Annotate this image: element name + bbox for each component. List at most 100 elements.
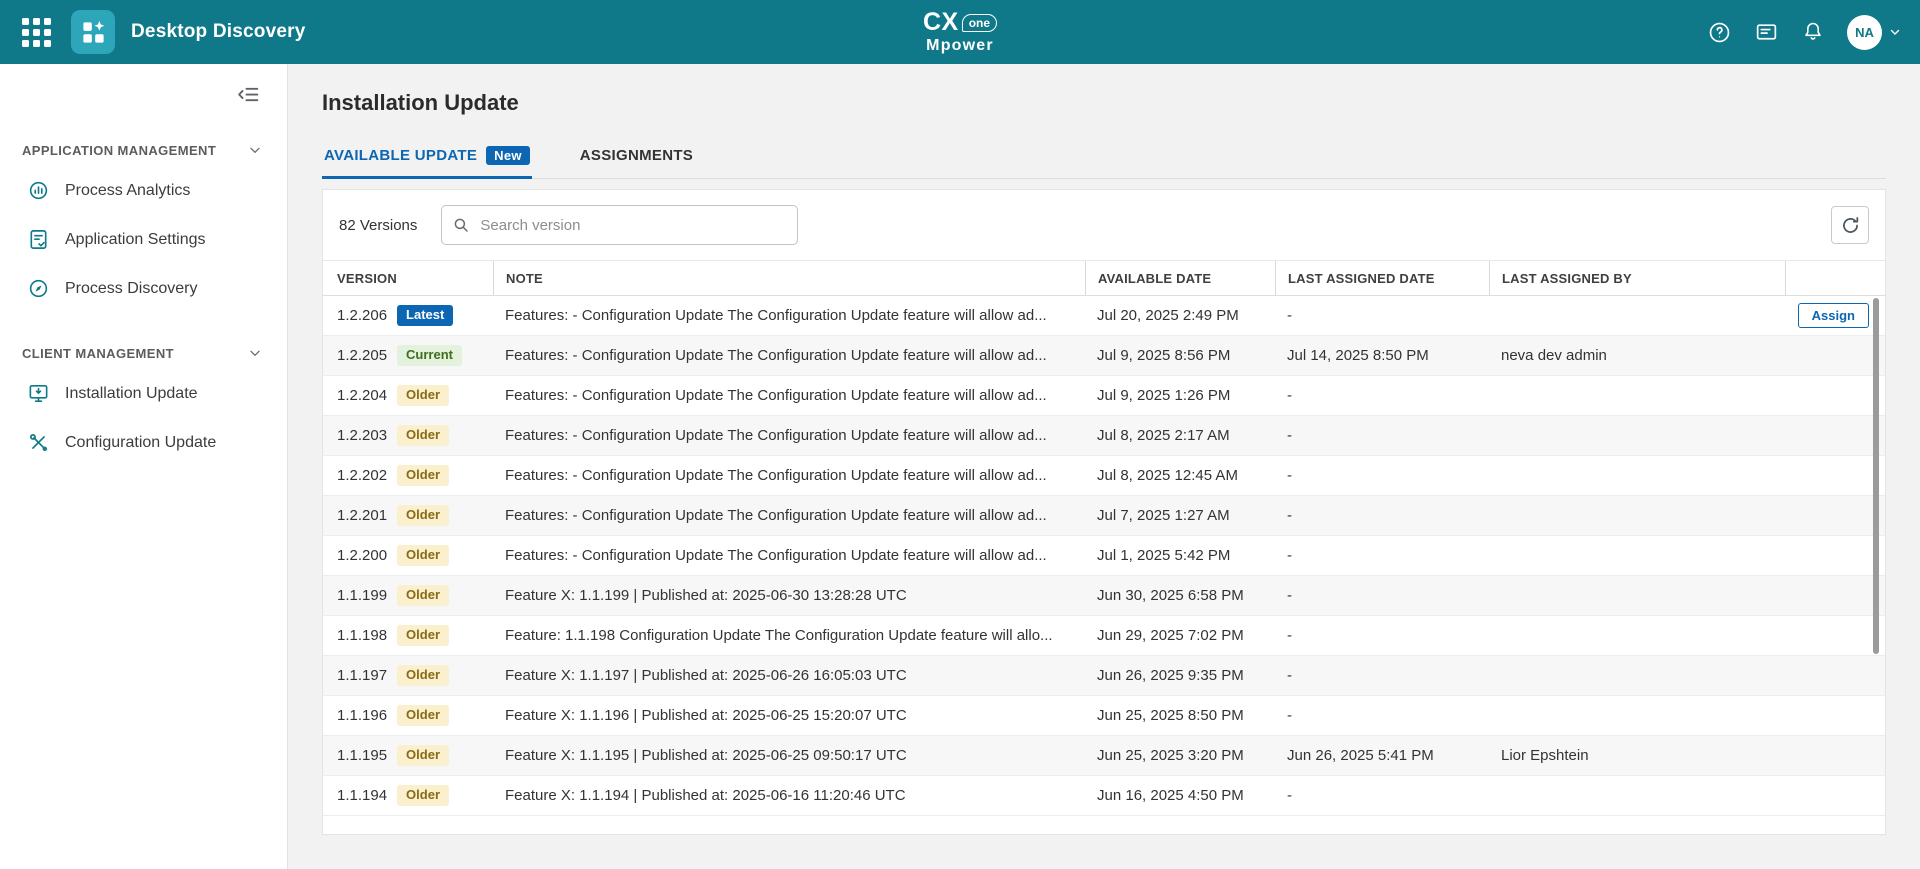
sidebar-item-configuration-update[interactable]: Configuration Update (0, 418, 287, 467)
version-badge: Older (397, 705, 449, 726)
table-row[interactable]: 1.2.206 Latest Features: - Configuration… (323, 296, 1885, 336)
refresh-button[interactable] (1831, 206, 1869, 244)
section-application-management[interactable]: APPLICATION MANAGEMENT (0, 134, 287, 166)
last-assigned-by-cell: neva dev admin (1489, 347, 1785, 364)
search-input[interactable] (441, 205, 798, 245)
application-settings-icon (26, 228, 50, 252)
tab-assignments[interactable]: ASSIGNMENTS (578, 146, 695, 178)
note-cell: Features: - Configuration Update The Con… (493, 507, 1085, 524)
table-row[interactable]: 1.2.205 Current Features: - Configuratio… (323, 336, 1885, 376)
version-badge: Older (397, 625, 449, 646)
table-row[interactable]: 1.2.202 Older Features: - Configuration … (323, 456, 1885, 496)
table-row[interactable]: 1.2.204 Older Features: - Configuration … (323, 376, 1885, 416)
sidebar-item-installation-update[interactable]: Installation Update (0, 369, 287, 418)
last-assigned-date-cell: - (1275, 507, 1489, 524)
version-value: 1.2.206 (337, 307, 387, 324)
available-date-cell: Jul 9, 2025 8:56 PM (1085, 347, 1275, 364)
process-discovery-icon (26, 277, 50, 301)
version-value: 1.1.196 (337, 707, 387, 724)
last-assigned-date-cell: - (1275, 787, 1489, 804)
installation-update-icon (26, 382, 50, 406)
help-icon (1707, 20, 1732, 45)
last-assigned-date-cell: - (1275, 467, 1489, 484)
versions-table: VERSION NOTE AVAILABLE DATE LAST ASSIGNE… (323, 260, 1885, 816)
available-date-cell: Jul 8, 2025 2:17 AM (1085, 427, 1275, 444)
last-assigned-date-cell: - (1275, 707, 1489, 724)
product-updates-button[interactable] (1754, 20, 1779, 45)
table-row[interactable]: 1.2.200 Older Features: - Configuration … (323, 536, 1885, 576)
available-date-cell: Jun 25, 2025 8:50 PM (1085, 707, 1275, 724)
main-content: Installation Update AVAILABLE UPDATE New… (288, 64, 1920, 869)
section-client-management[interactable]: CLIENT MANAGEMENT (0, 337, 287, 369)
nav-group-application-management: APPLICATION MANAGEMENT Process Analytics (0, 134, 287, 313)
table-body: 1.2.206 Latest Features: - Configuration… (323, 296, 1885, 816)
sidebar-item-label: Process Discovery (65, 280, 197, 298)
col-header-last-assigned-by: LAST ASSIGNED BY (1489, 261, 1785, 295)
section-label: CLIENT MANAGEMENT (22, 346, 174, 361)
table-row[interactable]: 1.1.197 Older Feature X: 1.1.197 | Publi… (323, 656, 1885, 696)
sidebar-item-label: Installation Update (65, 385, 198, 403)
table-row[interactable]: 1.1.196 Older Feature X: 1.1.196 | Publi… (323, 696, 1885, 736)
app-title: Desktop Discovery (131, 21, 305, 43)
brand-logo: CX one Mpower (923, 10, 997, 54)
col-header-note: NOTE (493, 261, 1085, 295)
sidebar: APPLICATION MANAGEMENT Process Analytics (0, 64, 288, 869)
col-header-available-date: AVAILABLE DATE (1085, 261, 1275, 295)
help-button[interactable] (1707, 20, 1732, 45)
note-cell: Feature X: 1.1.196 | Published at: 2025-… (493, 707, 1085, 724)
sidebar-item-application-settings[interactable]: Application Settings (0, 215, 287, 264)
available-date-cell: Jun 30, 2025 6:58 PM (1085, 587, 1275, 604)
tab-label: AVAILABLE UPDATE (324, 147, 477, 164)
brand-mpower-text: Mpower (923, 38, 997, 54)
user-menu-button[interactable]: NA (1847, 15, 1902, 50)
note-cell: Feature X: 1.1.194 | Published at: 2025-… (493, 787, 1085, 804)
version-badge: Older (397, 585, 449, 606)
configuration-update-icon (26, 431, 50, 455)
notifications-button[interactable] (1801, 20, 1825, 44)
table-row[interactable]: 1.1.199 Older Feature X: 1.1.199 | Publi… (323, 576, 1885, 616)
col-header-last-assigned-date: LAST ASSIGNED DATE (1275, 261, 1489, 295)
note-cell: Features: - Configuration Update The Con… (493, 307, 1085, 324)
versions-card: 82 Versions (322, 189, 1886, 835)
tab-available-update[interactable]: AVAILABLE UPDATE New (322, 146, 532, 178)
sidebar-item-process-analytics[interactable]: Process Analytics (0, 166, 287, 215)
table-header-row: VERSION NOTE AVAILABLE DATE LAST ASSIGNE… (323, 260, 1885, 296)
collapse-sidebar-button[interactable] (236, 78, 261, 110)
note-cell: Features: - Configuration Update The Con… (493, 347, 1085, 364)
note-cell: Feature X: 1.1.199 | Published at: 2025-… (493, 587, 1085, 604)
version-badge: Older (397, 665, 449, 686)
assign-button[interactable]: Assign (1798, 303, 1869, 328)
version-badge: Older (397, 425, 449, 446)
version-badge: Older (397, 385, 449, 406)
available-date-cell: Jul 7, 2025 1:27 AM (1085, 507, 1275, 524)
table-row[interactable]: 1.2.203 Older Features: - Configuration … (323, 416, 1885, 456)
col-header-version: VERSION (323, 261, 493, 295)
available-date-cell: Jul 9, 2025 1:26 PM (1085, 387, 1275, 404)
last-assigned-date-cell: - (1275, 307, 1489, 324)
search-icon (452, 216, 470, 234)
apps-grid-button[interactable] (18, 14, 55, 51)
tabs: AVAILABLE UPDATE New ASSIGNMENTS (322, 146, 1886, 179)
note-cell: Features: - Configuration Update The Con… (493, 387, 1085, 404)
version-value: 1.1.195 (337, 747, 387, 764)
table-row[interactable]: 1.2.201 Older Features: - Configuration … (323, 496, 1885, 536)
last-assigned-date-cell: - (1275, 427, 1489, 444)
sidebar-item-label: Process Analytics (65, 182, 190, 200)
version-badge: Older (397, 465, 449, 486)
version-value: 1.2.203 (337, 427, 387, 444)
table-toolbar: 82 Versions (323, 190, 1885, 260)
version-badge: Latest (397, 305, 453, 326)
topbar-right: NA (1707, 15, 1902, 50)
last-assigned-date-cell: - (1275, 587, 1489, 604)
table-scrollbar[interactable] (1873, 298, 1879, 654)
note-cell: Feature X: 1.1.197 | Published at: 2025-… (493, 667, 1085, 684)
sidebar-item-process-discovery[interactable]: Process Discovery (0, 264, 287, 313)
version-badge: Current (397, 345, 462, 366)
table-row[interactable]: 1.1.198 Older Feature: 1.1.198 Configura… (323, 616, 1885, 656)
chevron-icon (247, 142, 263, 158)
table-row[interactable]: 1.1.195 Older Feature X: 1.1.195 | Publi… (323, 736, 1885, 776)
brand-cx-text: CX (923, 10, 959, 35)
nav-group-client-management: CLIENT MANAGEMENT Installation Update (0, 337, 287, 467)
table-row[interactable]: 1.1.194 Older Feature X: 1.1.194 | Publi… (323, 776, 1885, 816)
last-assigned-date-cell: - (1275, 627, 1489, 644)
